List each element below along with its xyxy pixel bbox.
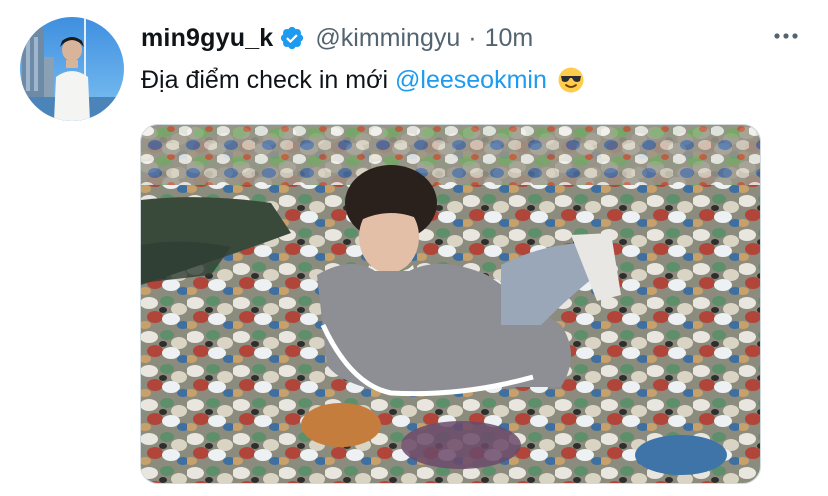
tweet-media-image[interactable] bbox=[140, 124, 761, 484]
tweet-header: min9gyu_k @kimmingyu · 10m bbox=[141, 20, 533, 56]
more-horizontal-icon[interactable] bbox=[768, 20, 804, 52]
media-photo bbox=[141, 125, 760, 483]
tweet[interactable]: min9gyu_k @kimmingyu · 10m Địa điểm chec… bbox=[0, 0, 828, 496]
tweet-text: Địa điểm check in mới @leeseokmin bbox=[141, 61, 585, 99]
tweet-body: Địa điểm check in mới bbox=[141, 65, 389, 94]
handle[interactable]: @kimmingyu bbox=[315, 24, 460, 53]
verified-badge-icon bbox=[279, 25, 305, 51]
sunglasses-face-icon bbox=[557, 66, 585, 94]
avatar[interactable] bbox=[20, 17, 124, 121]
display-name[interactable]: min9gyu_k bbox=[141, 24, 273, 53]
mention-link[interactable]: @leeseokmin bbox=[395, 66, 547, 95]
timestamp[interactable]: 10m bbox=[485, 24, 534, 53]
separator-dot: · bbox=[468, 23, 477, 52]
